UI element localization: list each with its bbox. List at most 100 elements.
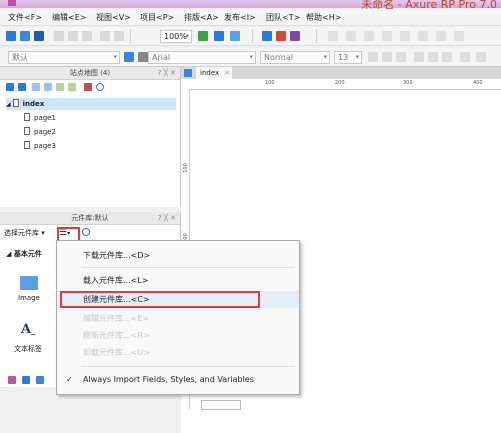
order-icon[interactable] xyxy=(364,31,374,41)
sitemap-panel: 站点地图 (4) ? ╳ ✕ ◢ index page1 page2 page3 xyxy=(0,67,181,207)
page-icon xyxy=(24,127,30,135)
title-bar: 未命名 - Axure RP Pro 7.0 xyxy=(0,0,501,11)
menu-edit[interactable]: 编辑<E> xyxy=(52,12,86,23)
page-icon xyxy=(24,113,30,121)
text-color-icon[interactable] xyxy=(476,52,486,62)
sitemap-page-label: page2 xyxy=(34,128,56,136)
checkmark-icon: ✓ xyxy=(66,375,73,384)
create-library-highlight xyxy=(60,291,260,308)
style-edit-icon[interactable] xyxy=(138,52,148,62)
menu-item-edit-library: 编辑元件库...<E> xyxy=(83,314,150,323)
copy-icon[interactable] xyxy=(68,31,78,41)
group-icon[interactable] xyxy=(382,31,392,41)
collapse-arrow-icon[interactable]: ◢ xyxy=(6,101,11,108)
line-style-icon[interactable] xyxy=(454,31,464,41)
menu-item-refresh-library: 刷新元件库...<R> xyxy=(83,331,150,340)
menu-file[interactable]: 文件<F> xyxy=(8,12,42,23)
search-icon[interactable] xyxy=(96,83,104,91)
new-file-icon[interactable] xyxy=(6,31,16,41)
font-size-value: 13 xyxy=(338,53,349,62)
library-select-label: 选择元件库 xyxy=(4,229,39,237)
delete-page-icon[interactable] xyxy=(84,83,92,91)
app-logo-icon xyxy=(8,0,16,6)
italic-icon[interactable] xyxy=(382,52,392,62)
format-painter-icon[interactable] xyxy=(124,52,134,62)
line-width-icon[interactable] xyxy=(436,31,446,41)
menu-publish[interactable]: 发布<I> xyxy=(224,12,256,23)
font-select[interactable]: Arial ▾ xyxy=(148,51,256,64)
format-toolbar: 默认 ▾ Arial ▾ Normal ▾ 13 ▾ xyxy=(0,48,501,67)
menu-view[interactable]: 视图<V> xyxy=(96,12,131,23)
distribute-icon[interactable] xyxy=(346,31,356,41)
pan-icon[interactable] xyxy=(230,31,240,41)
sitemap-item-page2[interactable]: page2 xyxy=(24,126,56,138)
library-section-basic[interactable]: ◢ 基本元件 xyxy=(6,249,42,259)
publish-icon[interactable] xyxy=(290,31,300,41)
ruler-v-label: 100 xyxy=(182,163,189,173)
menu-item-load-library[interactable]: 载入元件库...<L> xyxy=(57,272,299,289)
text-label-widget-icon[interactable]: A_ xyxy=(21,322,35,337)
sitemap-panel-controls[interactable]: ? ╳ ✕ xyxy=(158,67,176,79)
menu-item-always-import[interactable]: ✓ Always Import Fields, Styles, and Vari… xyxy=(57,371,299,388)
indent-icon[interactable] xyxy=(68,83,76,91)
tab-index[interactable]: index × xyxy=(196,67,232,79)
menu-item-download-library[interactable]: 下载元件库...<D> xyxy=(57,247,299,264)
line-color-icon[interactable] xyxy=(418,31,428,41)
masters-icon[interactable] xyxy=(8,376,16,384)
align-center-icon[interactable] xyxy=(428,52,438,62)
sitemap-item-page1[interactable]: page1 xyxy=(24,112,56,124)
sitemap-item-index[interactable]: ◢ index xyxy=(6,98,176,110)
text-label-widget-label: 文本标签 xyxy=(14,345,42,353)
share-icon[interactable] xyxy=(276,31,286,41)
library-search-icon[interactable] xyxy=(82,228,90,236)
preview-icon[interactable] xyxy=(262,31,272,41)
font-weight-select[interactable]: Normal ▾ xyxy=(260,51,330,64)
font-select-value: Arial xyxy=(152,53,171,62)
save-icon[interactable] xyxy=(34,31,44,41)
tab-index-label: index xyxy=(200,69,220,77)
horizontal-scrollbar[interactable] xyxy=(201,400,241,410)
image-widget-label: Image xyxy=(18,294,40,302)
redo-icon[interactable] xyxy=(114,31,124,41)
sitemap-page-label: page3 xyxy=(34,142,56,150)
bold-icon[interactable] xyxy=(368,52,378,62)
menu-arrange[interactable]: 排版<A> xyxy=(184,12,219,23)
fill-color-icon[interactable] xyxy=(400,31,410,41)
undo-icon[interactable] xyxy=(100,31,110,41)
paste-icon[interactable] xyxy=(82,31,92,41)
cut-icon[interactable] xyxy=(54,31,64,41)
menu-project[interactable]: 项目<P> xyxy=(140,12,174,23)
ruler-h-label: 200 xyxy=(335,80,345,86)
menu-team[interactable]: 团队<T> xyxy=(266,12,300,23)
page-icon xyxy=(24,141,30,149)
select-mode-icon[interactable] xyxy=(198,31,208,41)
menu-help[interactable]: 帮助<H> xyxy=(306,12,341,23)
align-right-icon[interactable] xyxy=(442,52,452,62)
sitemap-root-label: index xyxy=(22,100,45,108)
font-size-select[interactable]: 13 ▾ xyxy=(334,51,362,64)
tab-close-icon[interactable]: × xyxy=(224,69,230,77)
add-folder-icon[interactable] xyxy=(18,83,26,91)
open-icon[interactable] xyxy=(20,31,30,41)
horizontal-ruler: 100 200 300 400 xyxy=(181,79,501,90)
image-widget-icon[interactable] xyxy=(20,276,38,290)
connector-icon[interactable] xyxy=(214,31,224,41)
sitemap-item-page3[interactable]: page3 xyxy=(24,140,56,152)
align-left-icon[interactable] xyxy=(414,52,424,62)
add-master-icon[interactable] xyxy=(22,376,30,384)
add-page-icon[interactable] xyxy=(6,83,14,91)
style-select[interactable]: 默认 ▾ xyxy=(8,51,120,64)
page-icon xyxy=(12,99,19,107)
underline-icon[interactable] xyxy=(396,52,406,62)
sitemap-title: 站点地图 (4) xyxy=(69,69,111,77)
zoom-select[interactable]: 100% ▾ xyxy=(160,30,192,43)
align-icon[interactable] xyxy=(328,31,338,41)
library-select[interactable]: 选择元件库 ▾ xyxy=(4,228,45,238)
bullet-list-icon[interactable] xyxy=(460,52,470,62)
move-up-icon[interactable] xyxy=(32,83,40,91)
outdent-icon[interactable] xyxy=(56,83,64,91)
tab-menu-icon[interactable] xyxy=(184,69,192,77)
master-up-icon[interactable] xyxy=(36,376,44,384)
library-panel-controls[interactable]: ? ╳ ✕ xyxy=(158,212,176,224)
move-down-icon[interactable] xyxy=(44,83,52,91)
